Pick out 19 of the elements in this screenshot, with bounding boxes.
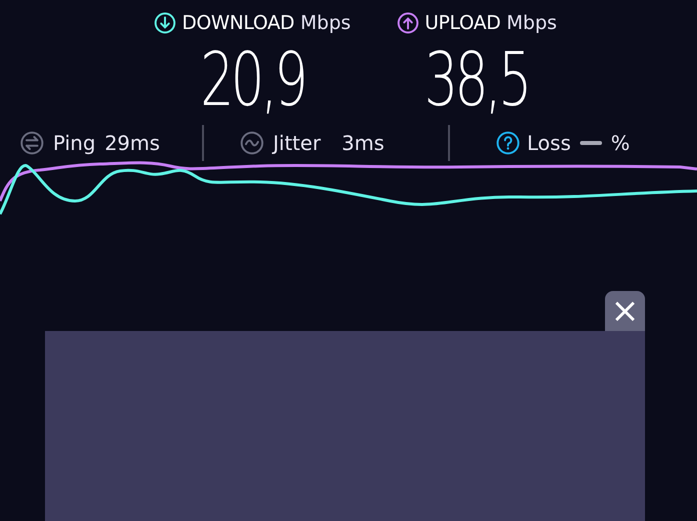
stat-label: Ping [53, 131, 96, 155]
stat-value: % [610, 131, 630, 155]
stat-value: 29ms [104, 131, 160, 155]
result-label: UPLOAD [424, 12, 501, 34]
jitter-icon [240, 131, 264, 155]
speed-value: 38,5 [424, 37, 529, 123]
close-button[interactable]: × [605, 291, 645, 331]
dash-icon [580, 141, 602, 145]
speed-value: 20,9 [200, 37, 305, 123]
stat-label: Loss [527, 131, 571, 155]
stat-value: 3ms [342, 131, 384, 155]
stat-label: Jitter [273, 131, 321, 155]
download-icon [154, 12, 176, 34]
upload-icon [396, 12, 419, 34]
result-label: DOWNLOAD [182, 12, 294, 34]
help-icon[interactable] [496, 131, 520, 155]
ping-icon [20, 131, 44, 155]
result-unit: Mbps [506, 12, 557, 34]
result-unit: Mbps [300, 12, 351, 34]
